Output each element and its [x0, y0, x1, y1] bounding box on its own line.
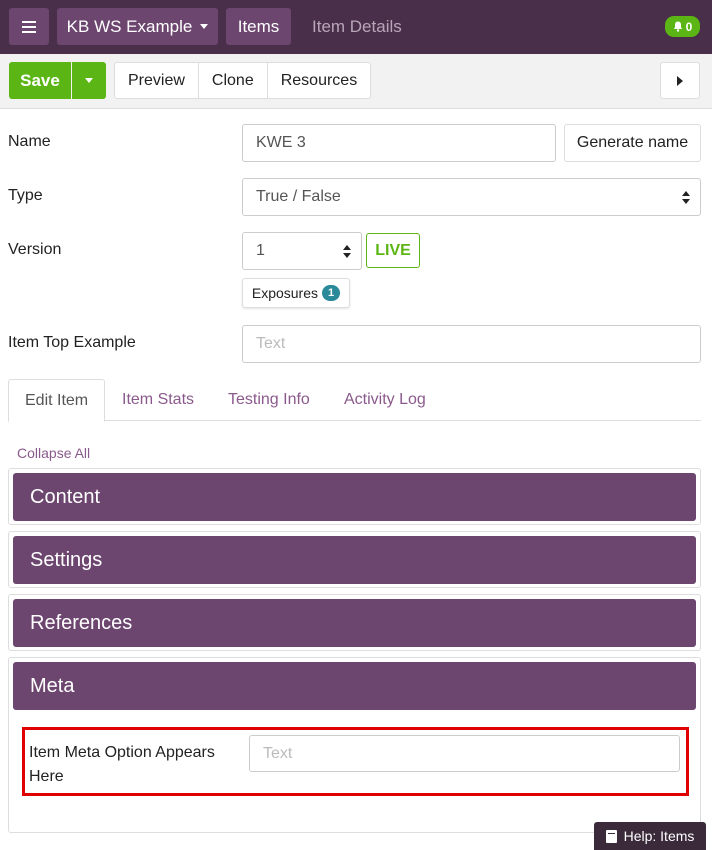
generate-name-button[interactable]: Generate name — [564, 124, 701, 162]
item-tabs: Edit Item Item Stats Testing Info Activi… — [8, 379, 701, 422]
type-label: Type — [8, 187, 43, 204]
clone-button[interactable]: Clone — [199, 63, 268, 98]
collapse-all-link[interactable]: Collapse All — [17, 445, 90, 461]
settings-panel: Settings — [8, 531, 701, 588]
chevron-down-icon — [85, 78, 93, 83]
workspace-label: KB WS Example — [66, 16, 193, 36]
workspace-dropdown[interactable]: KB WS Example — [57, 8, 218, 45]
save-button[interactable]: Save — [9, 62, 71, 99]
menu-button[interactable] — [9, 8, 49, 45]
notification-count: 0 — [685, 19, 693, 34]
type-select-value: True / False — [256, 188, 341, 205]
content-panel: Content — [8, 468, 701, 525]
item-top-input[interactable]: Text — [242, 325, 701, 363]
chevron-down-icon — [200, 24, 209, 29]
top-navbar: KB WS Example Items Item Details 0 — [0, 0, 712, 54]
tab-item-stats[interactable]: Item Stats — [122, 379, 194, 421]
item-details-nav[interactable]: Item Details — [312, 17, 402, 37]
version-label: Version — [8, 241, 62, 258]
hamburger-icon — [22, 20, 36, 33]
help-label: Help: Items — [623, 828, 695, 844]
meta-panel-header[interactable]: Meta — [13, 662, 696, 710]
resources-button[interactable]: Resources — [268, 63, 370, 98]
name-input[interactable]: KWE 3 — [242, 124, 556, 162]
items-nav-button[interactable]: Items — [226, 8, 291, 45]
live-status-badge: LIVE — [366, 233, 420, 268]
exposures-count: 1 — [322, 285, 341, 301]
save-options-button[interactable] — [72, 62, 106, 99]
triangle-right-icon — [677, 75, 683, 86]
tab-activity-log[interactable]: Activity Log — [344, 379, 426, 421]
references-panel-header[interactable]: References — [13, 599, 696, 647]
meta-option-label: Item Meta Option Appears Here — [29, 744, 215, 785]
meta-option-input[interactable]: Text — [249, 735, 680, 772]
name-label: Name — [8, 133, 51, 150]
action-button-group: Preview Clone Resources — [114, 62, 372, 99]
item-top-label: Item Top Example — [8, 334, 136, 351]
content-panel-header[interactable]: Content — [13, 473, 696, 521]
select-arrows-icon — [343, 245, 351, 258]
references-panel: References — [8, 594, 701, 651]
help-button[interactable]: Help: Items — [594, 822, 706, 850]
action-toolbar: Save Preview Clone Resources — [0, 54, 712, 109]
version-select-value: 1 — [256, 242, 265, 259]
version-select[interactable]: 1 — [242, 232, 362, 270]
type-select[interactable]: True / False — [242, 178, 701, 216]
exposures-label: Exposures — [251, 285, 319, 301]
preview-button[interactable]: Preview — [115, 63, 199, 98]
notification-badge[interactable]: 0 — [665, 16, 700, 37]
exposures-button[interactable]: Exposures 1 — [242, 278, 350, 308]
tab-testing-info[interactable]: Testing Info — [228, 379, 310, 421]
next-button[interactable] — [660, 62, 700, 99]
bell-icon — [673, 21, 682, 32]
tab-edit-item[interactable]: Edit Item — [8, 379, 106, 422]
book-icon — [605, 829, 617, 843]
settings-panel-header[interactable]: Settings — [13, 536, 696, 584]
select-arrows-icon — [682, 191, 690, 204]
